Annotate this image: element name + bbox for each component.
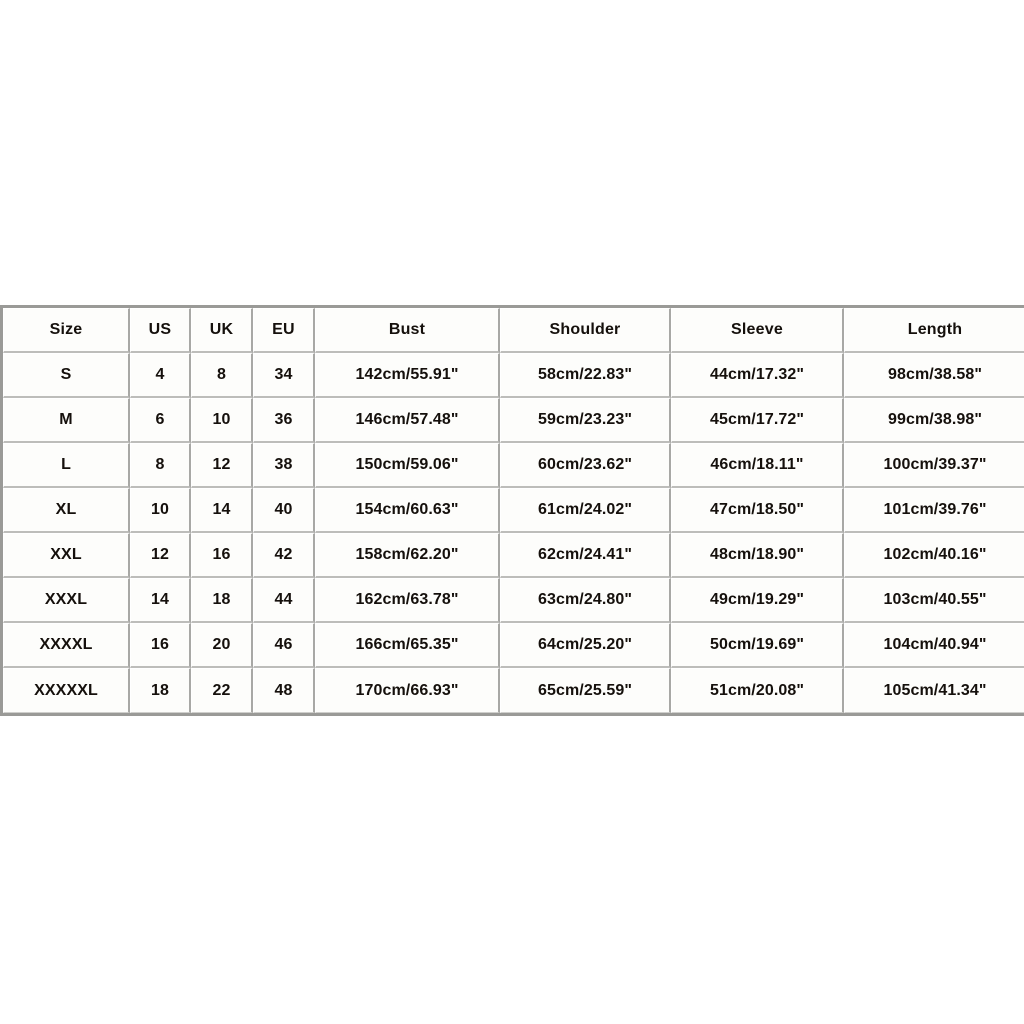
cell-shoulder: 65cm/25.59" [500, 668, 671, 713]
cell-bust: 142cm/55.91" [315, 353, 500, 398]
cell-size: M [3, 398, 130, 443]
cell-length: 104cm/40.94" [844, 623, 1024, 668]
cell-bust: 162cm/63.78" [315, 578, 500, 623]
cell-size: XXXXXL [3, 668, 130, 713]
cell-uk: 14 [191, 488, 253, 533]
cell-uk: 8 [191, 353, 253, 398]
cell-size: XXXXL [3, 623, 130, 668]
cell-eu: 46 [253, 623, 315, 668]
cell-size: S [3, 353, 130, 398]
cell-us: 16 [130, 623, 191, 668]
cell-sleeve: 48cm/18.90" [671, 533, 844, 578]
cell-us: 14 [130, 578, 191, 623]
table-row: S 4 8 34 142cm/55.91" 58cm/22.83" 44cm/17.32" 9… [3, 353, 1024, 398]
table-header: Size US UK EU Bust Shoulder Sleeve Length [3, 308, 1024, 353]
cell-uk: 20 [191, 623, 253, 668]
cell-shoulder: 63cm/24.80" [500, 578, 671, 623]
table-row: L 8 12 38 150cm/59.06" 60cm/23.62" 46cm/18.11"… [3, 443, 1024, 488]
size-chart-table: Size US UK EU Bust Shoulder Sleeve Length S 4 8 34… [0, 305, 1024, 716]
cell-eu: 42 [253, 533, 315, 578]
cell-length: 100cm/39.37" [844, 443, 1024, 488]
cell-shoulder: 64cm/25.20" [500, 623, 671, 668]
column-header-sleeve: Sleeve [671, 308, 844, 353]
cell-shoulder: 62cm/24.41" [500, 533, 671, 578]
column-header-bust: Bust [315, 308, 500, 353]
cell-size: XL [3, 488, 130, 533]
cell-sleeve: 44cm/17.32" [671, 353, 844, 398]
cell-length: 105cm/41.34" [844, 668, 1024, 713]
cell-eu: 48 [253, 668, 315, 713]
table-row: XXXXXL 18 22 48 170cm/66.93" 65cm/25.59" 51cm/… [3, 668, 1024, 713]
cell-sleeve: 46cm/18.11" [671, 443, 844, 488]
cell-sleeve: 47cm/18.50" [671, 488, 844, 533]
cell-eu: 40 [253, 488, 315, 533]
cell-length: 98cm/38.58" [844, 353, 1024, 398]
cell-us: 4 [130, 353, 191, 398]
cell-uk: 18 [191, 578, 253, 623]
cell-size: L [3, 443, 130, 488]
cell-eu: 34 [253, 353, 315, 398]
cell-us: 12 [130, 533, 191, 578]
cell-length: 103cm/40.55" [844, 578, 1024, 623]
cell-length: 99cm/38.98" [844, 398, 1024, 443]
table-row: XXL 12 16 42 158cm/62.20" 62cm/24.41" 48cm/18.… [3, 533, 1024, 578]
cell-uk: 22 [191, 668, 253, 713]
cell-length: 101cm/39.76" [844, 488, 1024, 533]
cell-uk: 12 [191, 443, 253, 488]
cell-eu: 38 [253, 443, 315, 488]
cell-size: XXL [3, 533, 130, 578]
table-row: M 6 10 36 146cm/57.48" 59cm/23.23" 45cm/17.72"… [3, 398, 1024, 443]
column-header-length: Length [844, 308, 1024, 353]
cell-bust: 158cm/62.20" [315, 533, 500, 578]
cell-us: 10 [130, 488, 191, 533]
cell-bust: 154cm/60.63" [315, 488, 500, 533]
table-body: S 4 8 34 142cm/55.91" 58cm/22.83" 44cm/17.32" 9… [3, 353, 1024, 713]
page-root: Size US UK EU Bust Shoulder Sleeve Length S 4 8 34… [0, 0, 1024, 1024]
cell-shoulder: 60cm/23.62" [500, 443, 671, 488]
cell-bust: 146cm/57.48" [315, 398, 500, 443]
cell-bust: 170cm/66.93" [315, 668, 500, 713]
cell-bust: 166cm/65.35" [315, 623, 500, 668]
cell-sleeve: 45cm/17.72" [671, 398, 844, 443]
table-row: XXXL 14 18 44 162cm/63.78" 63cm/24.80" 49cm/19… [3, 578, 1024, 623]
cell-size: XXXL [3, 578, 130, 623]
column-header-size: Size [3, 308, 130, 353]
cell-uk: 10 [191, 398, 253, 443]
cell-us: 8 [130, 443, 191, 488]
cell-us: 6 [130, 398, 191, 443]
cell-sleeve: 49cm/19.29" [671, 578, 844, 623]
cell-length: 102cm/40.16" [844, 533, 1024, 578]
cell-us: 18 [130, 668, 191, 713]
cell-eu: 44 [253, 578, 315, 623]
cell-shoulder: 58cm/22.83" [500, 353, 671, 398]
column-header-eu: EU [253, 308, 315, 353]
cell-sleeve: 50cm/19.69" [671, 623, 844, 668]
cell-eu: 36 [253, 398, 315, 443]
table-row: XL 10 14 40 154cm/60.63" 61cm/24.02" 47cm/18.5… [3, 488, 1024, 533]
cell-uk: 16 [191, 533, 253, 578]
column-header-shoulder: Shoulder [500, 308, 671, 353]
cell-sleeve: 51cm/20.08" [671, 668, 844, 713]
cell-shoulder: 61cm/24.02" [500, 488, 671, 533]
cell-bust: 150cm/59.06" [315, 443, 500, 488]
table-row: XXXXL 16 20 46 166cm/65.35" 64cm/25.20" 50cm/1… [3, 623, 1024, 668]
table-header-row: Size US UK EU Bust Shoulder Sleeve Length [3, 308, 1024, 353]
column-header-us: US [130, 308, 191, 353]
column-header-uk: UK [191, 308, 253, 353]
cell-shoulder: 59cm/23.23" [500, 398, 671, 443]
size-chart-container: Size US UK EU Bust Shoulder Sleeve Length S 4 8 34… [0, 305, 1024, 716]
